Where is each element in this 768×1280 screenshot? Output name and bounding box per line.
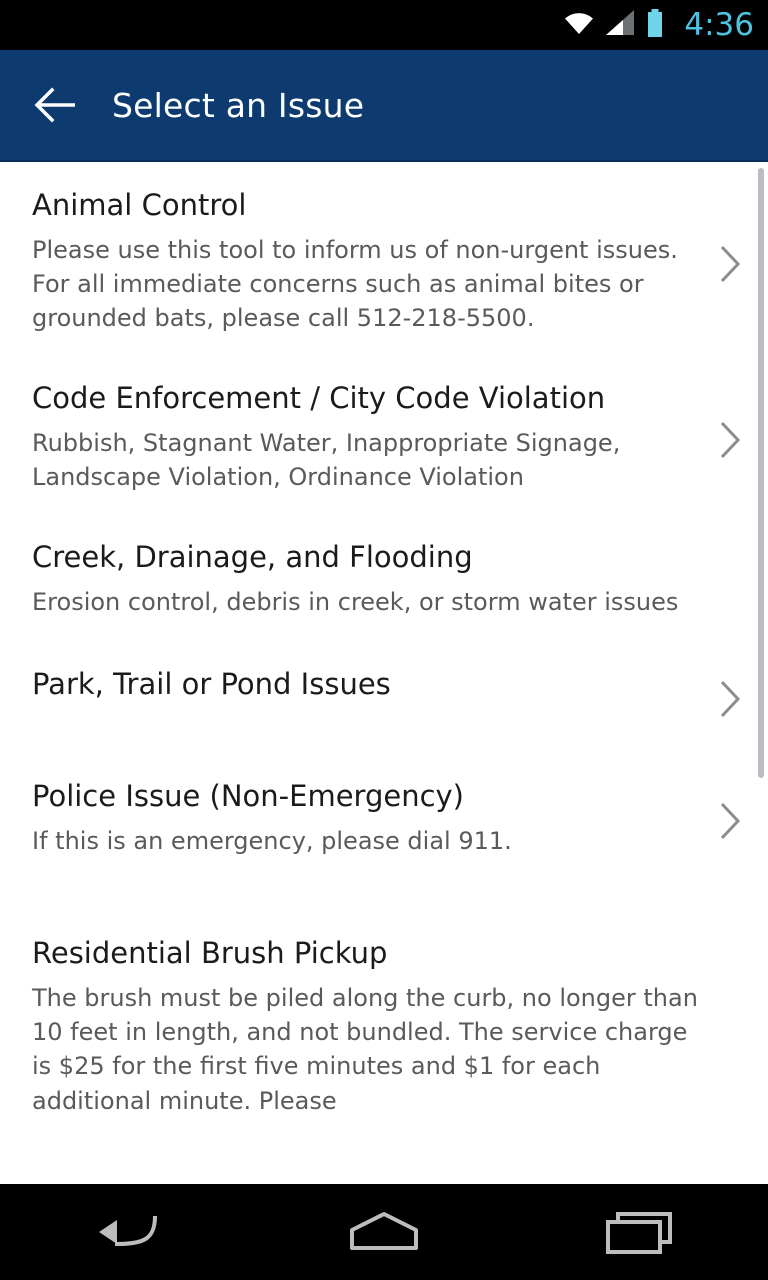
list-item[interactable]: Residential Brush Pickup The brush must … [0, 936, 768, 1117]
cell-signal-icon [606, 10, 636, 40]
issue-list: Animal Control Please use this tool to i… [0, 162, 768, 1184]
list-item-title: Code Enforcement / City Code Violation [32, 381, 606, 416]
list-item-text: Creek, Drainage, and Flooding Erosion co… [32, 540, 710, 619]
chevron-right-icon[interactable] [710, 679, 750, 719]
chevron-right-icon[interactable] [710, 244, 750, 284]
list-item-title: Creek, Drainage, and Flooding [32, 540, 473, 575]
back-nav-icon[interactable] [68, 1197, 188, 1267]
list-item-text: Police Issue (Non-Emergency) If this is … [32, 779, 710, 858]
list-item-title: Park, Trail or Pond Issues [32, 667, 391, 702]
list-item-text: Code Enforcement / City Code Violation R… [32, 381, 710, 494]
chevron-right-icon[interactable] [710, 420, 750, 460]
phone-screen: 4:36 Select an Issue Animal Control Plea… [0, 0, 768, 1280]
list-item[interactable]: Park, Trail or Pond Issues [0, 667, 768, 727]
list-item-description: Erosion control, debris in creek, or sto… [32, 588, 679, 617]
status-bar: 4:36 [0, 0, 768, 50]
list-item-description: Rubbish, Stagnant Water, Inappropriate S… [32, 429, 621, 492]
list-item-description: If this is an emergency, please dial 911… [32, 827, 512, 856]
list-item-title: Police Issue (Non-Emergency) [32, 779, 464, 814]
page-title: Select an Issue [112, 85, 365, 125]
list-item-title: Residential Brush Pickup [32, 936, 388, 971]
chevron-right-icon[interactable] [710, 801, 750, 841]
list-item-text: Residential Brush Pickup The brush must … [32, 936, 710, 1117]
list-item[interactable]: Creek, Drainage, and Flooding Erosion co… [0, 540, 768, 619]
list-item-description: Please use this tool to inform us of non… [32, 235, 678, 333]
list-item[interactable]: Code Enforcement / City Code Violation R… [0, 381, 768, 494]
wifi-icon [562, 10, 596, 40]
back-arrow-icon[interactable] [32, 81, 80, 129]
list-item-text: Park, Trail or Pond Issues [32, 667, 710, 703]
vertical-scrollbar[interactable] [758, 168, 764, 778]
status-bar-clock: 4:36 [684, 7, 754, 43]
recents-nav-icon[interactable] [580, 1197, 700, 1267]
system-navigation-bar [0, 1184, 768, 1280]
list-item-title: Animal Control [32, 188, 247, 222]
app-bar: Select an Issue [0, 50, 768, 162]
list-item[interactable]: Police Issue (Non-Emergency) If this is … [0, 779, 768, 858]
list-item[interactable]: Animal Control Please use this tool to i… [0, 188, 768, 335]
issue-list-container[interactable]: Animal Control Please use this tool to i… [0, 162, 768, 1184]
home-nav-icon[interactable] [324, 1197, 444, 1267]
list-item-description: The brush must be piled along the curb, … [32, 984, 698, 1115]
battery-icon [646, 9, 664, 41]
status-icon-group: 4:36 [562, 7, 754, 43]
list-item-text: Animal Control Please use this tool to i… [32, 188, 710, 335]
